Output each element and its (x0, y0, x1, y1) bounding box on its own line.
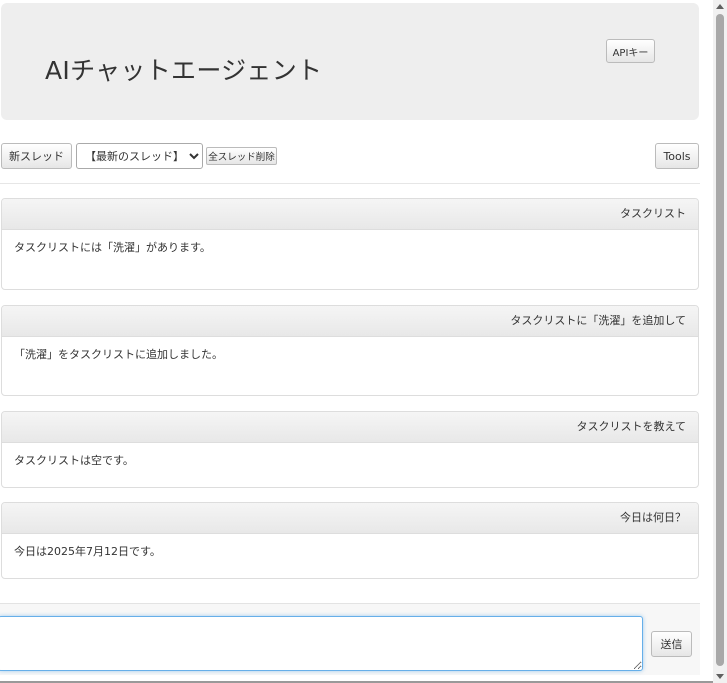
agent-response: 「洗濯」をタスクリストに追加しました。 (14, 348, 223, 361)
message-input[interactable] (0, 616, 643, 671)
agent-response: タスクリストは空です。 (14, 454, 134, 467)
agent-response: タスクリストには「洗濯」があります。 (14, 241, 211, 254)
thread-select[interactable]: 【最新のスレッド】 (76, 143, 203, 169)
send-button[interactable]: 送信 (651, 631, 692, 657)
scroll-down-arrow-icon[interactable] (716, 674, 724, 679)
message-panel: タスクリストを教えて タスクリストは空です。 (1, 411, 699, 488)
api-key-button[interactable]: APIキー (606, 39, 655, 63)
user-message: タスクリストを教えて (2, 412, 698, 443)
header: AIチャットエージェント APIキー (1, 3, 699, 120)
divider (0, 183, 700, 184)
scrollbar-thumb[interactable] (716, 14, 724, 666)
user-message: タスクリストに「洗濯」を追加して (2, 306, 698, 337)
message-panel: タスクリスト タスクリストには「洗濯」があります。 (1, 198, 699, 290)
scroll-up-arrow-icon[interactable] (716, 4, 724, 9)
new-thread-button[interactable]: 新スレッド (1, 143, 72, 169)
tools-button[interactable]: Tools (655, 143, 699, 169)
input-area: 送信 (0, 603, 700, 675)
vertical-scrollbar[interactable] (713, 0, 727, 683)
delete-all-threads-button[interactable]: 全スレッド削除 (206, 147, 277, 165)
toolbar: 新スレッド 【最新のスレッド】 全スレッド削除 Tools (0, 142, 700, 170)
agent-response: 今日は2025年7月12日です。 (14, 545, 161, 558)
page-title: AIチャットエージェント (45, 56, 323, 85)
message-panel: 今日は何日？ 今日は2025年7月12日です。 (1, 502, 699, 579)
message-panel: タスクリストに「洗濯」を追加して 「洗濯」をタスクリストに追加しました。 (1, 305, 699, 396)
user-message: 今日は何日？ (2, 503, 698, 534)
user-message: タスクリスト (2, 199, 698, 230)
chat-app: AIチャットエージェント APIキー 新スレッド 【最新のスレッド】 全スレッド… (0, 0, 727, 683)
